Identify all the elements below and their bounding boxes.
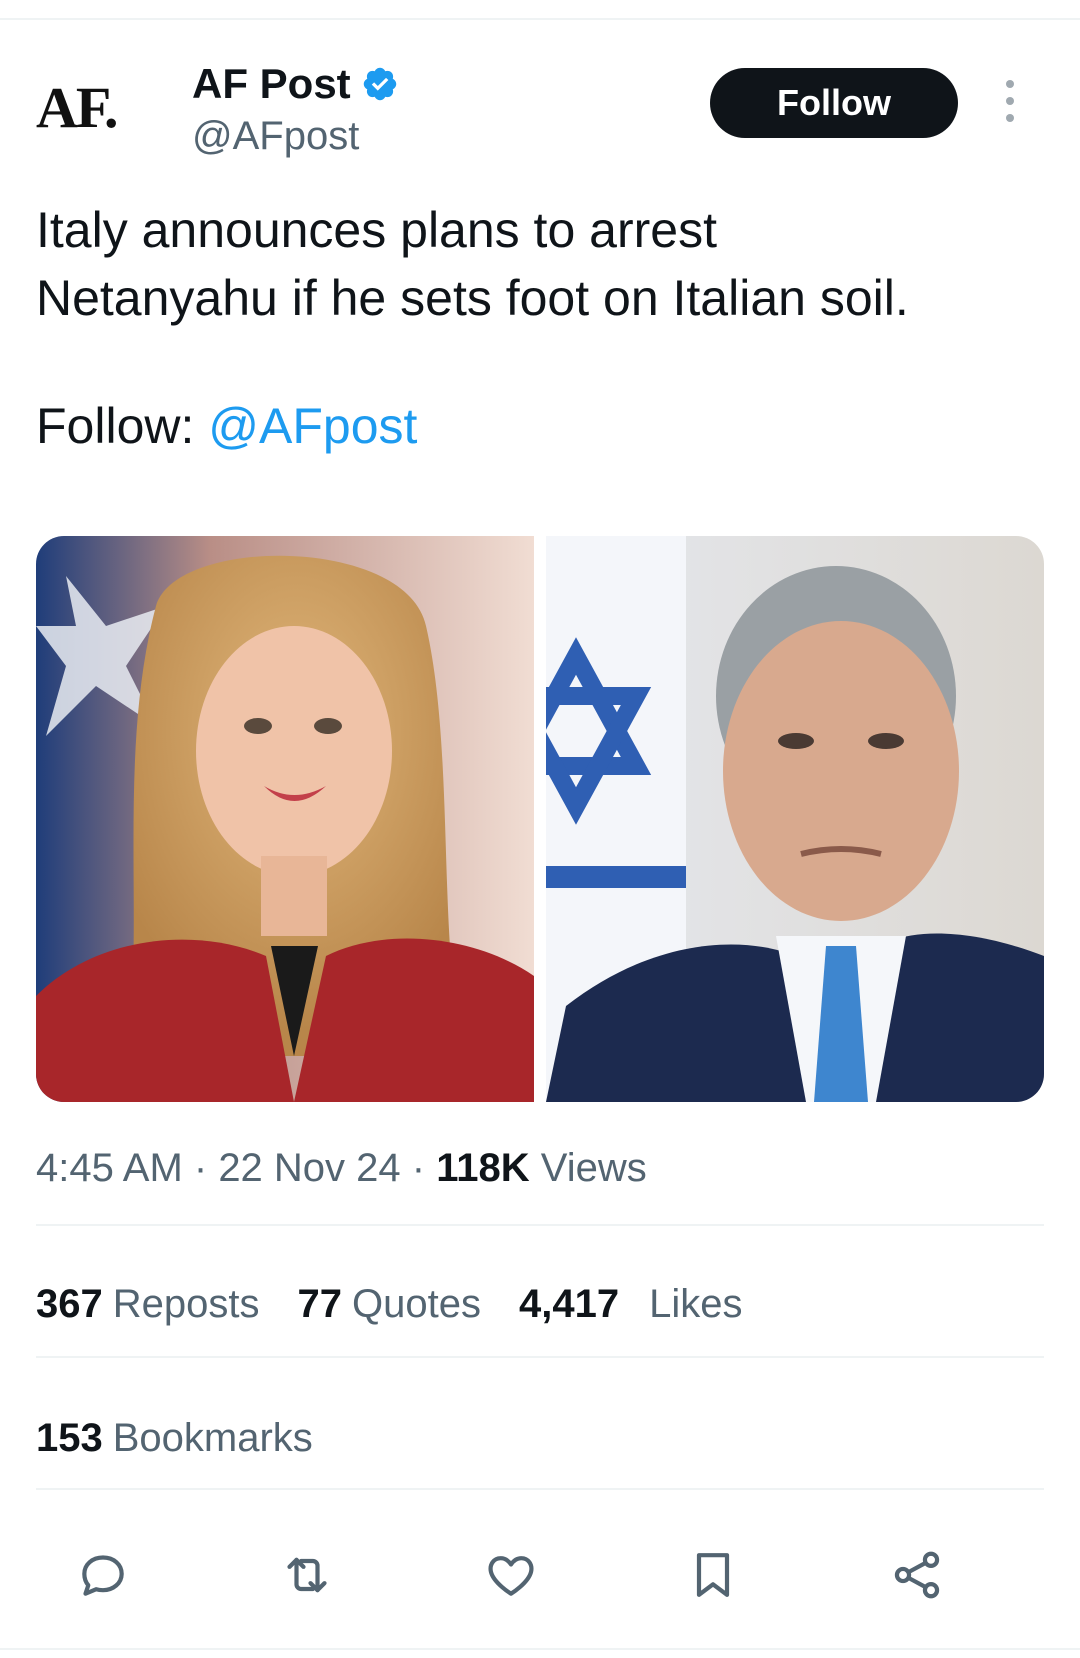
engagement-stats: 367 Reposts 77 Quotes 4,417 Likes (36, 1282, 780, 1327)
mention-link[interactable]: @AFpost (208, 398, 417, 454)
like-icon[interactable] (476, 1540, 546, 1610)
reposts-stat[interactable]: 367 Reposts (36, 1282, 260, 1327)
tweet-line: Italy announces plans to arrest (36, 202, 717, 258)
avatar[interactable]: AF. (36, 68, 146, 148)
photo-benjamin-netanyahu[interactable] (546, 536, 1044, 1102)
follow-button[interactable]: Follow (710, 68, 958, 138)
meta-separator: · (400, 1146, 437, 1190)
bookmarks-stat[interactable]: 153 Bookmarks (36, 1416, 313, 1461)
media-grid (36, 536, 1044, 1102)
likes-label: Likes (649, 1282, 743, 1326)
likes-count: 4,417 (518, 1282, 620, 1326)
reply-icon[interactable] (68, 1540, 138, 1610)
top-divider (0, 18, 1080, 20)
tweet-time[interactable]: 4:45 AM (36, 1146, 183, 1190)
quotes-label: Quotes (352, 1282, 481, 1326)
quotes-count: 77 (297, 1282, 343, 1326)
tweet-date[interactable]: 22 Nov 24 (218, 1146, 400, 1190)
repost-icon[interactable] (272, 1540, 342, 1610)
reposts-count: 367 (36, 1282, 103, 1326)
verified-badge-icon[interactable] (361, 65, 399, 103)
bookmark-icon[interactable] (678, 1540, 748, 1610)
bottom-divider (0, 1648, 1080, 1650)
share-icon[interactable] (882, 1540, 952, 1610)
likes-stat[interactable]: 4,417 Likes (519, 1282, 743, 1327)
display-name[interactable]: AF Post (192, 60, 351, 108)
photo-giorgia-meloni[interactable] (36, 536, 534, 1102)
views-label: Views (529, 1146, 647, 1190)
handle[interactable]: @AFpost (192, 112, 359, 160)
bookmarks-label: Bookmarks (112, 1416, 313, 1460)
quotes-stat[interactable]: 77 Quotes (298, 1282, 481, 1327)
tweet-follow-line: Follow: @AFpost (36, 392, 417, 460)
divider (36, 1356, 1044, 1358)
divider (36, 1224, 1044, 1226)
action-bar (36, 1540, 1044, 1610)
reposts-label: Reposts (112, 1282, 260, 1326)
meta-separator: · (182, 1146, 219, 1190)
tweet-meta: 4:45 AM · 22 Nov 24 · 118K Views (36, 1146, 647, 1191)
divider (36, 1488, 1044, 1490)
tweet-text: Italy announces plans to arrest Netanyah… (36, 196, 1036, 332)
more-vertical-icon[interactable] (1000, 76, 1020, 126)
tweet-line: Netanyahu if he sets foot on Italian soi… (36, 270, 909, 326)
name-row: AF Post (192, 60, 399, 108)
bookmarks-count: 153 (36, 1416, 103, 1460)
tweet-header: AF. AF Post @AFpost Follow (36, 58, 1044, 158)
follow-prefix: Follow: (36, 398, 209, 454)
views-count: 118K (436, 1146, 530, 1190)
